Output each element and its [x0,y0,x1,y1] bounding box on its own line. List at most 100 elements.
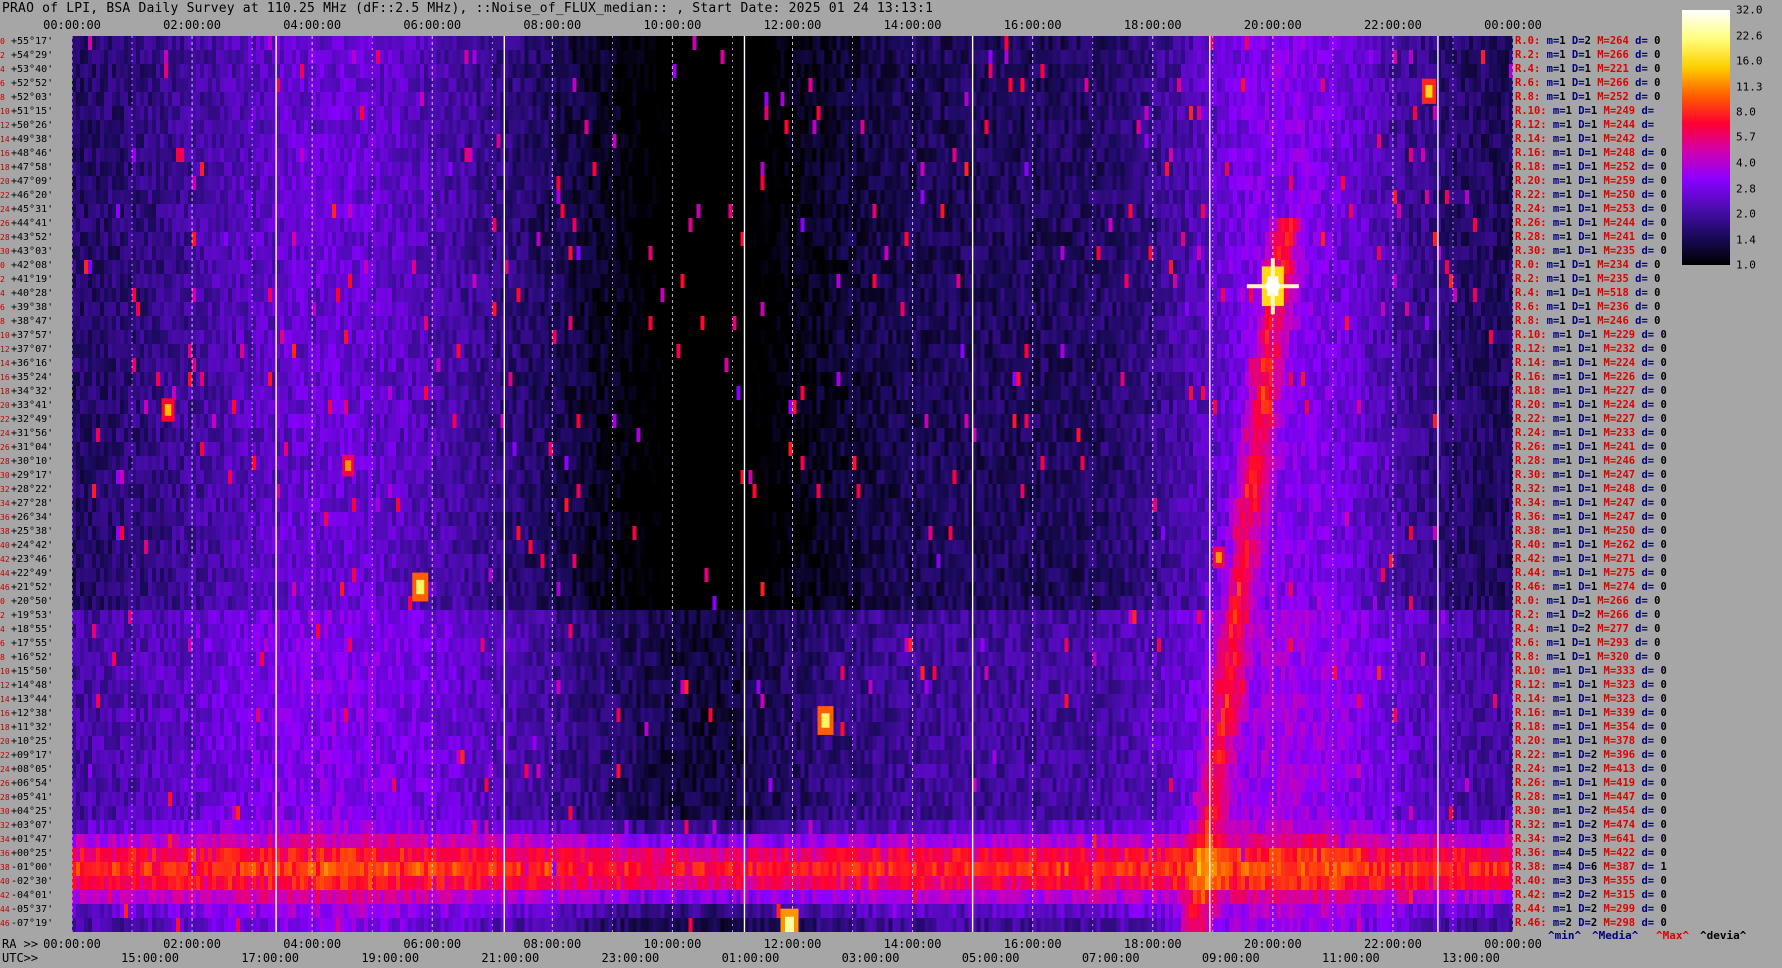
stat-field: D= [1571,889,1591,901]
colorbar-tick-label: 1.4 [1736,233,1756,247]
stat-field: d= [1635,861,1661,873]
stat-field: M=262 [1597,539,1636,551]
ra-tick-label: 06:00:00 [403,937,462,951]
dec-label: 8 +16°52' [0,653,53,663]
row-index: 22 [0,191,10,200]
receiver-stat-row: R.0: m=1 D=1 M=234 d= 0 [1515,259,1660,271]
stat-field: D= [1571,231,1591,243]
utc-tick-label: 11:00:00 [1321,951,1380,965]
dec-label: 2 +19°53' [0,611,53,621]
stat-field: d= [1635,903,1661,915]
row-index: 0 [0,597,5,606]
stat-field: R.36: [1515,511,1547,523]
dec-label: 14+13°44' [0,695,53,705]
receiver-stat-row: R.14: m=1 D=1 M=224 d= 0 [1515,357,1667,369]
stat-field: R.46: [1515,917,1547,929]
receiver-stat-row: R.22: m=1 D=1 M=227 d= 0 [1515,413,1667,425]
stat-field: 0 [1660,469,1667,481]
dec-label: 46+21°52' [0,583,53,593]
receiver-stat-row: R.0: m=1 D=1 M=266 d= 0 [1515,595,1660,607]
stat-field: R.28: [1515,231,1547,243]
stat-field: D= [1565,651,1585,663]
stat-field: d= [1635,889,1661,901]
stat-field: R.30: [1515,245,1547,257]
stat-field: m= [1546,553,1566,565]
stat-field: R.18: [1515,161,1547,173]
row-index: 12 [0,121,10,130]
receiver-stat-row: R.10: m=1 D=1 M=333 d= 0 [1515,665,1667,677]
stat-field: R.6: [1515,637,1541,649]
stat-field: 0 [1660,791,1667,803]
stat-field: d= [1628,637,1655,649]
stat-field: M=246 [1597,455,1636,467]
stat-field: D= [1571,133,1591,145]
dec-label: 28+30°10' [0,457,53,467]
stat-field: m= [1546,189,1566,201]
row-index: 8 [0,93,5,102]
stat-field: m= [1546,119,1566,131]
stat-field: M=299 [1597,903,1636,915]
stat-field: D= [1571,343,1591,355]
stat-field: d= [1635,707,1661,719]
declination-value: +03°07' [11,820,54,831]
stat-field: m= [1540,91,1560,103]
colorbar-tick-label: 11.3 [1736,80,1763,94]
stat-field: D= [1571,763,1591,775]
stat-field: M=252 [1590,91,1629,103]
dec-label: 24+31°56' [0,429,53,439]
receiver-stat-row: R.28: m=1 D=1 M=241 d= 0 [1515,231,1667,243]
stat-field: 0 [1660,749,1667,761]
declination-value: +50°26' [11,120,54,131]
top-tick-label: 16:00:00 [1003,18,1062,32]
stat-field: R.18: [1515,385,1547,397]
stat-field: D= [1571,679,1591,691]
row-index: 32 [0,485,10,494]
colorbar-tick-label: 5.7 [1736,130,1756,144]
stat-field: m= [1546,763,1566,775]
heatmap-plot [72,36,1513,932]
dec-label: 8 +52°03' [0,93,53,103]
dec-label: 6 +17°55' [0,639,53,649]
stat-field: d= [1635,217,1661,229]
stat-field: m= [1540,35,1560,47]
stat-field: D= [1571,665,1591,677]
declination-value: +34°32' [11,386,54,397]
declination-value: +47°58' [11,162,54,173]
stat-field: R.20: [1515,735,1547,747]
top-tick-label: 00:00:00 [43,18,101,32]
stat-field: R.4: [1515,623,1541,635]
stat-field: M=242 [1597,133,1636,145]
receiver-stat-row: R.2: m=1 D=1 M=235 d= 0 [1515,273,1660,285]
receiver-stat-row: R.42: m=2 D=2 M=315 d= 0 [1515,889,1667,901]
ra-tick-label: 18:00:00 [1123,937,1182,951]
stat-field: D= [1571,371,1591,383]
top-tick-label: 20:00:00 [1243,18,1302,32]
stat-field: M=266 [1590,49,1629,61]
stat-field: d= [1635,539,1661,551]
dec-label: 32+28°22' [0,485,53,495]
ra-tick-label: 22:00:00 [1364,937,1422,951]
dec-label: 10+37°57' [0,331,53,341]
stat-field: M=320 [1590,651,1629,663]
row-index: 46 [0,583,10,592]
receiver-stat-row: R.2: m=1 D=1 M=266 d= 0 [1515,49,1660,61]
receiver-stat-row: R.8: m=1 D=1 M=246 d= 0 [1515,315,1660,327]
receiver-stat-row: R.40: m=3 D=3 M=355 d= 0 [1515,875,1667,887]
stat-field: M=413 [1597,763,1636,775]
dec-label: 44-05°37' [0,905,53,915]
stat-field: 0 [1660,707,1667,719]
stat-field: R.16: [1515,371,1547,383]
stat-field: R.40: [1515,539,1547,551]
declination-value: +04°25' [11,806,54,817]
stat-field: 0 [1654,63,1661,75]
stat-field: 0 [1660,147,1667,159]
stat-field: D= [1565,77,1585,89]
stat-field: 0 [1654,315,1661,327]
row-index: 32 [0,821,10,830]
declination-value: +45°31' [11,204,54,215]
stat-field: d= [1628,91,1655,103]
colorbar-tick-label: 2.0 [1736,207,1756,221]
stat-field: d= [1628,77,1655,89]
receiver-stat-row: R.36: m=1 D=1 M=247 d= 0 [1515,511,1667,523]
stat-field: D= [1571,581,1591,593]
